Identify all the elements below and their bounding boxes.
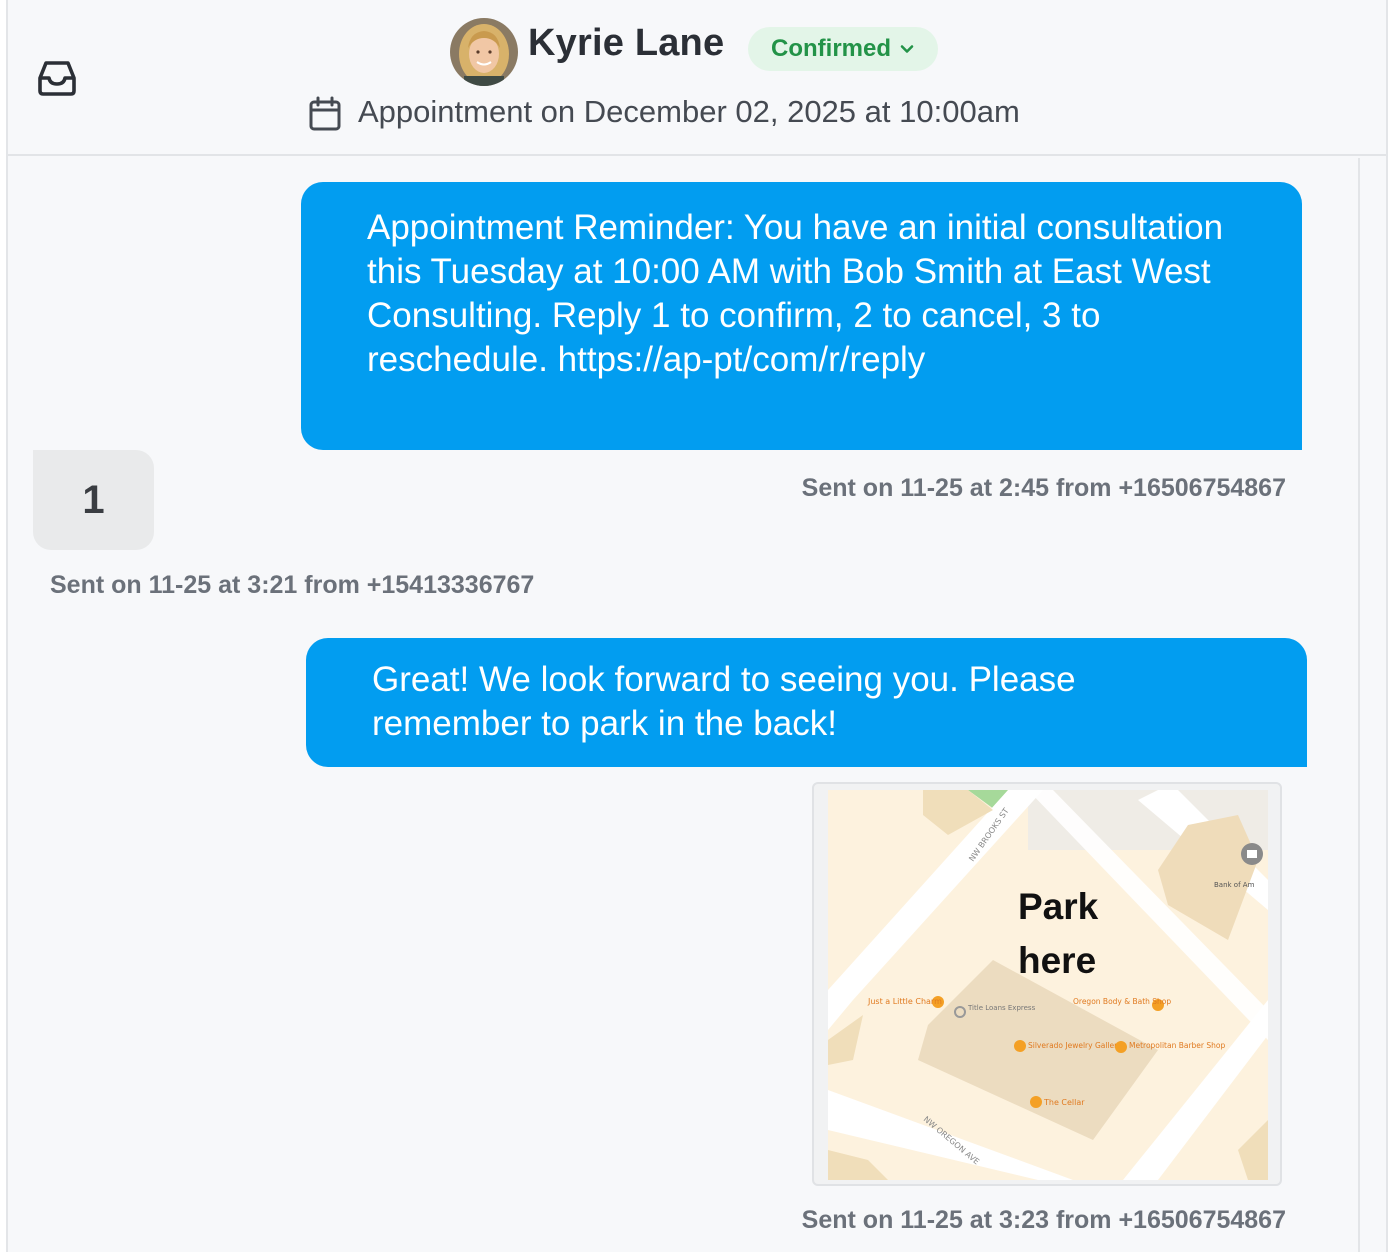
status-dropdown[interactable]: Confirmed: [748, 27, 938, 71]
outgoing-message: Great! We look forward to seeing you. Pl…: [306, 638, 1307, 767]
map-annotation: Park here: [1018, 880, 1098, 988]
message-meta: Sent on 11-25 at 2:45 from +16506754867: [801, 474, 1286, 502]
place-label: The Cellar: [1043, 1098, 1085, 1107]
map-attachment[interactable]: NW BROOKS ST NW OREGON AVE Just a Little…: [812, 782, 1282, 1186]
message-text: Great! We look forward to seeing you. Pl…: [372, 660, 1076, 743]
map-annotation-line: here: [1018, 940, 1097, 981]
avatar: [450, 18, 518, 86]
place-label: Just a Little Charm: [867, 997, 942, 1006]
conversation-header: Kyrie Lane Confirmed Appointment on Dece…: [8, 0, 1386, 156]
place-label: Silverado Jewelry Gallery: [1028, 1041, 1122, 1050]
conversation-panel: Kyrie Lane Confirmed Appointment on Dece…: [6, 0, 1388, 1252]
status-label: Confirmed: [771, 35, 891, 62]
map-annotation-line: Park: [1018, 886, 1099, 927]
contact-name: Kyrie Lane: [528, 22, 725, 64]
place-label: Title Loans Express: [967, 1004, 1036, 1012]
outgoing-message: Appointment Reminder: You have an initia…: [301, 182, 1302, 450]
inbox-icon[interactable]: [34, 58, 80, 98]
incoming-message: 1: [33, 450, 154, 550]
chevron-down-icon: [900, 45, 914, 53]
message-text: 1: [82, 477, 105, 522]
scrollbar[interactable]: [1358, 158, 1388, 1252]
calendar-icon: [309, 96, 341, 131]
appointment-info: Appointment on December 02, 2025 at 10:0…: [358, 94, 1020, 129]
place-label: Metropolitan Barber Shop: [1129, 1041, 1225, 1050]
message-meta: Sent on 11-25 at 3:21 from +15413336767: [50, 571, 535, 599]
place-label: Bank of Am: [1214, 881, 1255, 889]
place-label: Oregon Body & Bath Shop: [1073, 997, 1171, 1006]
message-meta: Sent on 11-25 at 3:23 from +16506754867: [801, 1206, 1286, 1234]
message-text: Appointment Reminder: You have an initia…: [367, 208, 1224, 379]
